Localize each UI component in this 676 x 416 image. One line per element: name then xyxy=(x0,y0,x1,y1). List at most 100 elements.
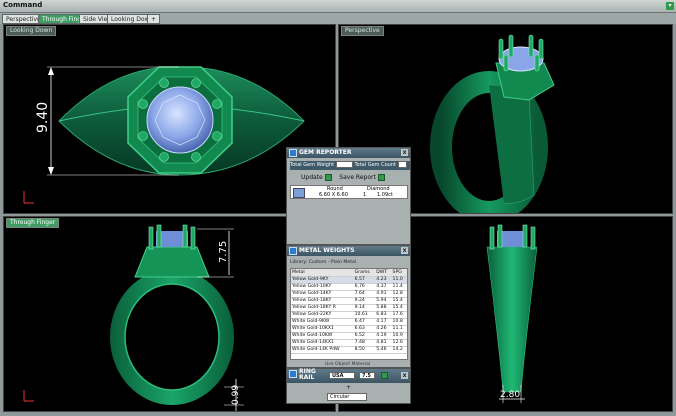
table-cell: 12.6 xyxy=(391,339,407,347)
gem-weight: 1.09ct xyxy=(377,192,393,198)
viewport-label-looking-down[interactable]: Looking Down xyxy=(6,26,57,36)
profile-dropdown[interactable]: Circular xyxy=(327,393,367,401)
table-row[interactable]: White Gold-14KX1 7.48 4.81 12.6 xyxy=(291,339,407,347)
total-gem-count-label: Total Gem Count xyxy=(354,162,396,168)
table-cell: 11.4 xyxy=(391,283,407,291)
close-icon[interactable]: x xyxy=(401,372,408,379)
column-header[interactable]: Grams xyxy=(353,269,376,277)
total-gem-weight-label: Total Gem Weight xyxy=(290,162,335,168)
metal-weights-table-container[interactable]: Metal Grams DWT SPG Yellow Gold-9KY 6.57 4… xyxy=(290,268,408,360)
ring-region-select[interactable]: USA xyxy=(329,372,355,379)
viewport-label-through-finger[interactable]: Through Finger xyxy=(6,218,60,228)
dimension-side-width-label: 2.80 xyxy=(500,390,520,400)
table-cell: 7.64 xyxy=(353,290,376,298)
table-cell: White Gold-14K PdW xyxy=(291,346,354,354)
table-cell: 8.50 xyxy=(353,346,376,354)
table-row[interactable]: White Gold-9KW 6.47 4.17 10.8 xyxy=(291,318,407,326)
table-cell: 10.9 xyxy=(391,332,407,340)
ring-rail-button[interactable] xyxy=(381,372,388,379)
close-icon[interactable]: x xyxy=(401,149,408,156)
metal-weights-panel: METAL WEIGHTS x Library: Custom - Plain … xyxy=(286,245,411,368)
table-cell: 10.61 xyxy=(353,311,376,319)
metal-weights-table: Metal Grams DWT SPG Yellow Gold-9KY 6.57 4… xyxy=(291,269,407,354)
view-tabs: Perspective Through Finger Side View Loo… xyxy=(0,13,676,24)
table-cell: 4.26 xyxy=(375,325,392,333)
table-cell: 4.91 xyxy=(375,290,392,298)
table-header-row: Metal Grams DWT SPG xyxy=(291,269,407,277)
command-dropdown-icon[interactable]: ▾ xyxy=(666,2,674,10)
table-cell: Yellow Gold-18KY R xyxy=(291,304,354,312)
dimension-shank-thickness-label: 0.99 xyxy=(231,385,241,405)
gem-actions: Update Save Report xyxy=(301,174,385,181)
ring-rail-title: RING RAIL xyxy=(299,368,316,381)
table-cell: 4.23 xyxy=(375,276,392,284)
table-row[interactable]: White Gold-10KW 6.52 4.19 10.9 xyxy=(291,332,407,340)
table-cell: White Gold-10KX1 xyxy=(291,325,354,333)
tab-add[interactable]: + xyxy=(147,14,161,24)
table-cell: White Gold-9KW xyxy=(291,318,354,326)
ring-rail-panel: RING RAIL USA 7.5 x + Circular xyxy=(286,368,411,404)
use-object-material-label[interactable]: Use Object Material xyxy=(325,362,370,367)
table-cell: 5.94 xyxy=(375,297,392,305)
table-cell: 12.8 xyxy=(391,290,407,298)
table-cell: 9.14 xyxy=(353,304,376,312)
table-cell: Yellow Gold-14KY xyxy=(291,290,354,298)
table-cell: 6.63 xyxy=(353,325,376,333)
total-gem-count-value: 1 xyxy=(397,161,407,168)
column-header[interactable]: SPG xyxy=(391,269,407,277)
table-row[interactable]: Yellow Gold-18KY 9.24 5.94 15.4 xyxy=(291,297,407,305)
table-cell: 4.19 xyxy=(375,332,392,340)
table-cell: Yellow Gold-18KY xyxy=(291,297,354,305)
gem-reporter-panel: GEM REPORTER x Total Gem Weight 1.09 Tot… xyxy=(286,147,411,245)
round-gem-icon xyxy=(293,188,305,198)
command-bar[interactable]: Command ▾ xyxy=(0,0,676,13)
column-header[interactable]: DWT xyxy=(375,269,392,277)
close-icon[interactable]: x xyxy=(401,247,408,254)
gem-list-row[interactable]: Round 6.60 X 6.60 Diamond 1 1.09ct xyxy=(290,185,408,199)
table-cell: 6.76 xyxy=(353,283,376,291)
table-row[interactable]: White Gold-10KX1 6.63 4.26 11.1 xyxy=(291,325,407,333)
table-row[interactable]: Yellow Gold-14KY 7.64 4.91 12.8 xyxy=(291,290,407,298)
command-label: Command xyxy=(3,1,43,9)
table-cell: 11.0 xyxy=(391,276,407,284)
gem-icon xyxy=(289,149,297,157)
ring-size-select[interactable]: 7.5 xyxy=(359,372,375,379)
table-row[interactable]: Yellow Gold-18KY R 9.14 5.88 15.4 xyxy=(291,304,407,312)
table-cell: White Gold-10KW xyxy=(291,332,354,340)
table-cell: 5.46 xyxy=(375,346,392,354)
table-row[interactable]: Yellow Gold-22KY 10.61 6.83 17.6 xyxy=(291,311,407,319)
metal-weights-titlebar[interactable]: METAL WEIGHTS x xyxy=(287,246,410,256)
viewport-label-perspective[interactable]: Perspective xyxy=(341,26,384,36)
table-cell: 15.4 xyxy=(391,297,407,305)
metal-library-label: Library: Custom - Plain Metal xyxy=(290,260,357,265)
total-gem-weight-value: 1.09 xyxy=(335,161,353,168)
table-cell: White Gold-14KX1 xyxy=(291,339,354,347)
add-icon[interactable]: + xyxy=(346,385,353,391)
update-label: Update xyxy=(301,174,323,181)
table-cell: 4.81 xyxy=(375,339,392,347)
column-header[interactable]: Metal xyxy=(291,269,354,277)
table-cell: 4.17 xyxy=(375,318,392,326)
metal-icon xyxy=(289,247,297,255)
table-cell: 6.47 xyxy=(353,318,376,326)
metal-weights-title: METAL WEIGHTS xyxy=(299,247,355,254)
table-row[interactable]: White Gold-14K PdW 8.50 5.46 14.2 xyxy=(291,346,407,354)
ring-rail-titlebar[interactable]: RING RAIL USA 7.5 x xyxy=(287,369,410,383)
table-cell: 6.83 xyxy=(375,311,392,319)
gem-reporter-titlebar[interactable]: GEM REPORTER x xyxy=(287,148,410,158)
table-cell: 11.1 xyxy=(391,325,407,333)
table-row[interactable]: Yellow Gold-10KY 6.76 4.37 11.4 xyxy=(291,283,407,291)
table-cell: 10.8 xyxy=(391,318,407,326)
update-button[interactable] xyxy=(324,174,332,181)
gem-totals-row: Total Gem Weight 1.09 Total Gem Count 1 xyxy=(290,161,410,170)
save-report-button[interactable] xyxy=(377,174,385,181)
table-cell: Yellow Gold-22KY xyxy=(291,311,354,319)
table-cell: 9.24 xyxy=(353,297,376,305)
gem-count: 1 xyxy=(363,192,367,198)
table-cell: Yellow Gold-10KY xyxy=(291,283,354,291)
dimension-width-label: 9.40 xyxy=(35,102,51,133)
save-report-label: Save Report xyxy=(339,174,376,181)
gem-size: 6.60 X 6.60 xyxy=(319,192,348,198)
table-cell: 4.37 xyxy=(375,283,392,291)
table-row[interactable]: Yellow Gold-9KY 6.57 4.23 11.0 xyxy=(291,276,407,284)
